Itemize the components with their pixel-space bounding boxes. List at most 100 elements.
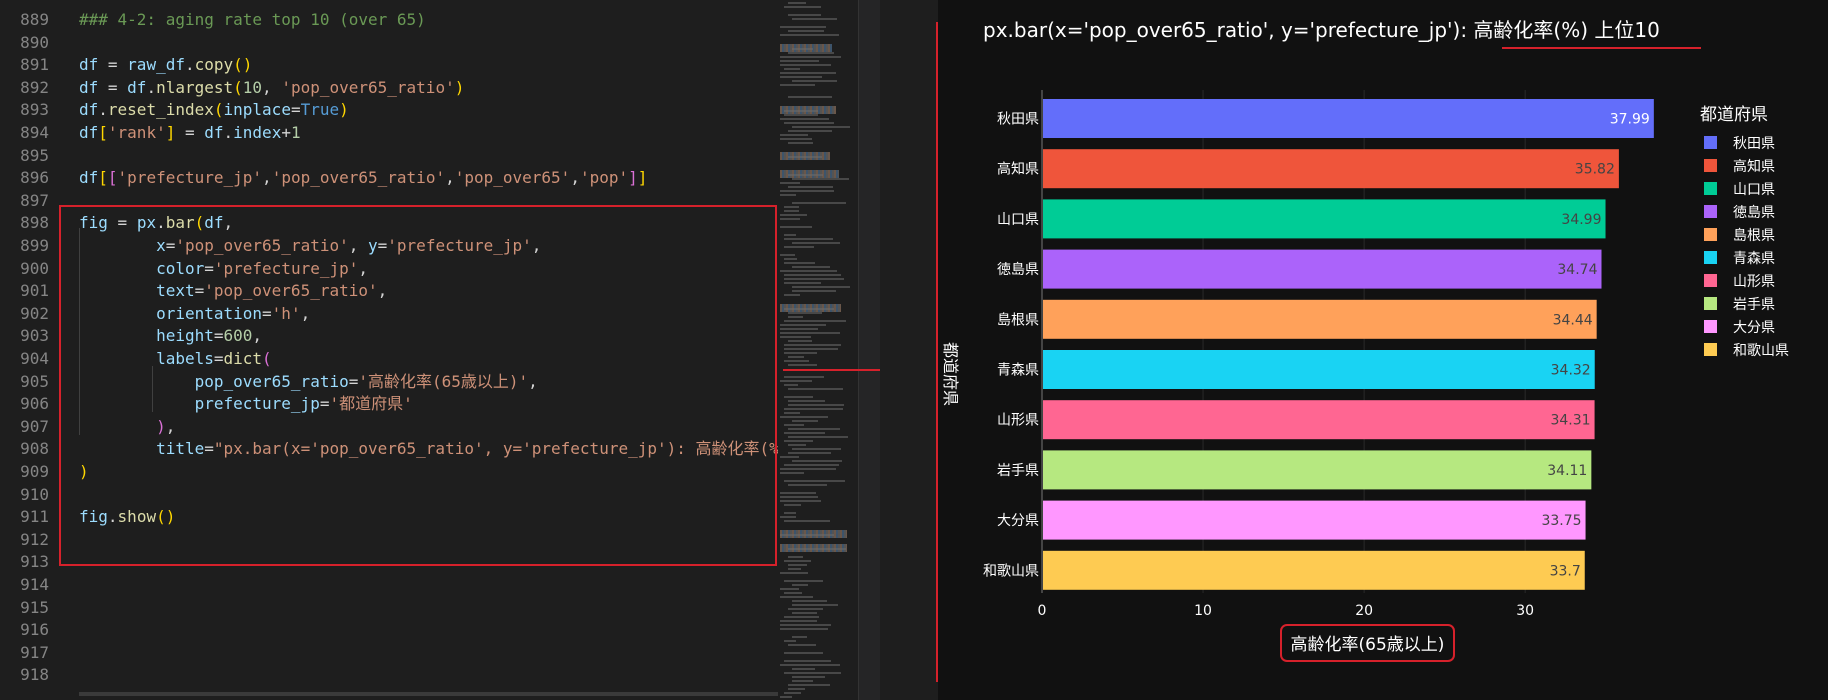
bar[interactable] xyxy=(1042,500,1586,540)
bar-value-label: 34.74 xyxy=(1557,262,1597,278)
minimap-line xyxy=(792,178,849,180)
x-tick-label: 30 xyxy=(1516,603,1534,619)
y-tick-label: 和歌山県 xyxy=(983,563,1039,579)
plot-title-code: px.bar(x='pop_over65_ratio', y='prefectu… xyxy=(983,18,1474,42)
minimap-line xyxy=(780,516,797,518)
minimap-line xyxy=(784,408,844,410)
line-number: 907 xyxy=(20,416,49,436)
code-line[interactable]: 892 df = df.nlargest(10, 'pop_over65_rati… xyxy=(0,76,778,99)
code-token: , xyxy=(570,168,580,188)
x-tick-label: 10 xyxy=(1194,603,1212,619)
minimap-line xyxy=(780,328,819,330)
legend-item[interactable]: 青森県 xyxy=(1700,246,1789,269)
minimap-line xyxy=(792,48,814,50)
legend-item[interactable]: 高知県 xyxy=(1700,154,1789,177)
legend-item[interactable]: 和歌山県 xyxy=(1700,338,1789,361)
bar-chart[interactable]: 37.99 秋田県 35.82 高知県 34.99 山口県 34.74 徳島県 34.44 島根県… xyxy=(938,60,1658,650)
minimap-line xyxy=(780,226,813,228)
legend-label: 山形県 xyxy=(1733,273,1775,290)
bar[interactable] xyxy=(1042,249,1602,289)
minimap-line xyxy=(780,254,796,256)
code-line[interactable]: 891 df = raw_df.copy() xyxy=(0,53,778,76)
code-line[interactable]: 894 df['rank'] = df.index+1 xyxy=(0,121,778,144)
code-token: 1 xyxy=(290,123,301,142)
bar[interactable] xyxy=(1042,149,1619,189)
minimap-line xyxy=(788,312,823,314)
legend-items[interactable]: 秋田県 高知県 山口県 徳島県 島根県 青森県山形県岩手県大分県 和歌山県 xyxy=(1700,131,1789,361)
minimap-line xyxy=(780,472,805,474)
minimap-line xyxy=(788,564,808,566)
line-number: 914 xyxy=(20,575,49,594)
minimap-line xyxy=(780,182,800,184)
line-number: 892 xyxy=(20,77,49,97)
line-number: 899 xyxy=(20,236,49,255)
minimap-line xyxy=(780,332,840,334)
code-text: df = raw_df.copy() xyxy=(79,53,252,76)
bar[interactable] xyxy=(1042,400,1595,440)
code-token: reset_index xyxy=(107,100,214,120)
code-highlight-box xyxy=(59,205,777,566)
horizontal-scrollbar[interactable] xyxy=(79,692,778,696)
legend-item[interactable]: 徳島県 xyxy=(1700,200,1789,223)
code-line[interactable]: 918 xyxy=(0,663,778,686)
minimap[interactable] xyxy=(778,0,858,700)
minimap-line xyxy=(784,504,801,506)
code-line[interactable]: 896 df[['prefecture_jp','pop_over65_ratio… xyxy=(0,166,778,189)
minimap-line xyxy=(784,110,818,112)
minimap-line xyxy=(780,324,826,326)
line-number: 903 xyxy=(20,326,49,346)
code-line[interactable]: 916 xyxy=(0,618,778,641)
code-token: ] xyxy=(165,123,176,142)
bar[interactable] xyxy=(1042,550,1585,590)
bar[interactable] xyxy=(1042,350,1595,389)
legend-swatch xyxy=(1704,320,1717,333)
minimap-line xyxy=(780,492,817,494)
bar[interactable] xyxy=(1042,450,1592,490)
legend-item[interactable]: 島根県 xyxy=(1700,223,1789,246)
line-number: 889 xyxy=(20,10,49,29)
code-line[interactable]: 917 xyxy=(0,641,778,664)
code-token: df xyxy=(79,100,99,120)
minimap-line xyxy=(780,214,807,216)
code-line[interactable]: 914 xyxy=(0,573,778,596)
bar[interactable] xyxy=(1042,99,1654,138)
legend-item[interactable]: 山口県 xyxy=(1700,177,1789,200)
minimap-line xyxy=(788,436,849,438)
minimap-line xyxy=(788,2,806,4)
code-line[interactable]: 893 df.reset_index(inplace=True) xyxy=(0,98,778,121)
code-token: raw_df xyxy=(127,55,185,75)
code-line[interactable]: 890 xyxy=(0,31,778,54)
minimap-line xyxy=(784,68,800,70)
line-number: 897 xyxy=(20,190,49,210)
code-editor[interactable]: 889 ### 4-2: aging rate top 10 (over 65) 8… xyxy=(0,0,788,700)
code-token: ] xyxy=(628,168,638,188)
legend-item[interactable]: 岩手県 xyxy=(1700,292,1789,315)
minimap-line xyxy=(784,308,834,310)
legend-item[interactable]: 秋田県 xyxy=(1700,131,1789,154)
minimap-line xyxy=(792,266,831,268)
code-line[interactable]: 889 ### 4-2: aging rate top 10 (over 65) xyxy=(0,8,778,31)
minimap-line xyxy=(788,568,801,570)
legend-item[interactable]: 山形県 xyxy=(1700,269,1789,292)
legend-label: 岩手県 xyxy=(1733,296,1775,313)
code-token: 'rank' xyxy=(107,123,166,142)
line-number: 890 xyxy=(20,32,49,52)
bar[interactable] xyxy=(1042,299,1597,339)
minimap-line xyxy=(792,242,840,244)
minimap-line xyxy=(788,400,825,402)
minimap-line xyxy=(784,320,846,322)
bar[interactable] xyxy=(1042,199,1606,239)
minimap-line xyxy=(792,420,818,422)
minimap-line xyxy=(784,262,815,264)
legend-item[interactable]: 大分県 xyxy=(1700,315,1789,338)
bar-value-label: 34.99 xyxy=(1561,212,1601,228)
minimap-line xyxy=(780,416,829,418)
minimap-line xyxy=(792,202,847,204)
code-line[interactable]: 895 xyxy=(0,144,778,167)
code-line[interactable]: 915 xyxy=(0,596,778,619)
minimap-line xyxy=(792,286,850,288)
code-text: df['rank'] = df.index+1 xyxy=(79,121,301,144)
minimap-line xyxy=(780,380,813,382)
legend[interactable]: 都道府県 秋田県 高知県 山口県 徳島県 島根県 青森県 山形県 岩手県 大分県 和歌山県 xyxy=(1700,100,1789,361)
vertical-scrollbar[interactable] xyxy=(858,0,881,700)
